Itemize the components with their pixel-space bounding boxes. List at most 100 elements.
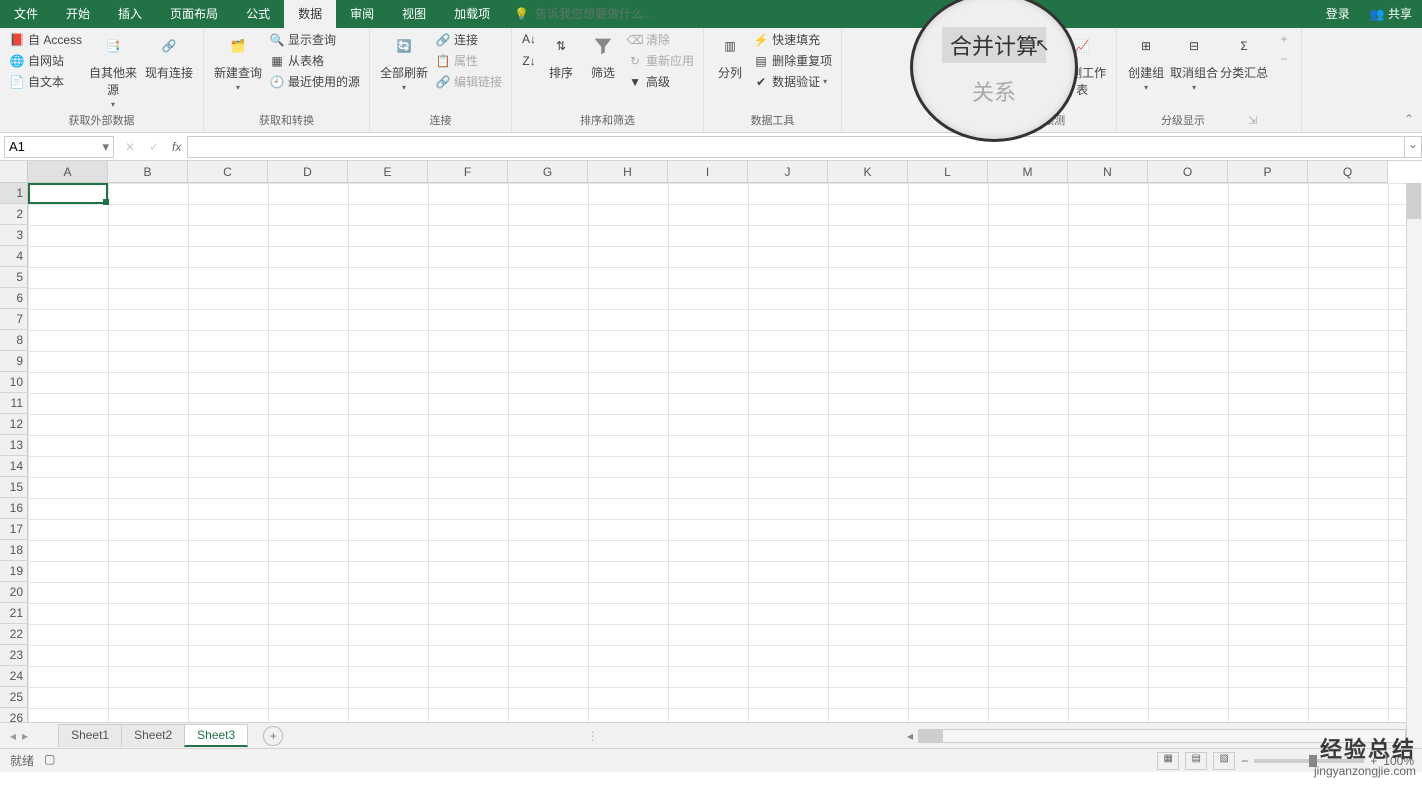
reapply-button[interactable]: ↻重新应用 <box>624 51 697 70</box>
share-button[interactable]: 👥 共享 <box>1360 0 1422 28</box>
name-box[interactable]: A1 ▾ <box>4 136 114 158</box>
column-header[interactable]: O <box>1148 161 1228 183</box>
tab-home[interactable]: 开始 <box>52 0 104 28</box>
row-header[interactable]: 19 <box>0 561 28 582</box>
tab-addins[interactable]: 加载项 <box>440 0 504 28</box>
row-header[interactable]: 4 <box>0 246 28 267</box>
page-break-button[interactable]: ▧ <box>1213 752 1235 770</box>
tab-split-icon[interactable]: ⋮ <box>581 729 605 743</box>
select-all-button[interactable] <box>0 161 28 183</box>
column-header[interactable]: A <box>28 161 108 183</box>
cancel-icon[interactable]: ✕ <box>118 140 142 154</box>
add-sheet-button[interactable]: + <box>263 726 283 746</box>
column-header[interactable]: J <box>748 161 828 183</box>
row-header[interactable]: 9 <box>0 351 28 372</box>
first-sheet-icon[interactable]: ◂ <box>10 729 16 743</box>
row-header[interactable]: 6 <box>0 288 28 309</box>
show-query-button[interactable]: 🔍显示查询 <box>266 30 363 49</box>
refresh-all-button[interactable]: 🔄全部刷新▾ <box>376 30 432 92</box>
tell-me[interactable]: 💡 <box>514 7 695 21</box>
macro-record-icon[interactable]: ▢ <box>44 752 55 769</box>
existing-conn-button[interactable]: 🔗现有连接 <box>141 30 197 81</box>
row-header[interactable]: 7 <box>0 309 28 330</box>
text-to-columns-button[interactable]: ▥分列 <box>710 30 750 81</box>
row-header[interactable]: 2 <box>0 204 28 225</box>
column-header[interactable]: E <box>348 161 428 183</box>
tab-formula[interactable]: 公式 <box>232 0 284 28</box>
tab-data[interactable]: 数据 <box>284 0 336 28</box>
column-header[interactable]: L <box>908 161 988 183</box>
from-access-button[interactable]: 📕自 Access <box>6 30 85 49</box>
tab-layout[interactable]: 页面布局 <box>156 0 232 28</box>
row-header[interactable]: 12 <box>0 414 28 435</box>
active-cell[interactable] <box>28 183 108 204</box>
column-header[interactable]: N <box>1068 161 1148 183</box>
expand-formula-icon[interactable]: ⌄ <box>1404 136 1422 158</box>
chevron-down-icon[interactable]: ▾ <box>102 139 109 155</box>
sort-desc-button[interactable]: Z↓ <box>518 52 540 70</box>
recent-sources-button[interactable]: 🕘最近使用的源 <box>266 72 363 91</box>
column-header[interactable]: D <box>268 161 348 183</box>
column-header[interactable]: C <box>188 161 268 183</box>
row-header[interactable]: 13 <box>0 435 28 456</box>
from-other-button[interactable]: 📑自其他来源▾ <box>85 30 141 109</box>
sheet-tab-3[interactable]: Sheet3 <box>184 724 248 747</box>
sheet-tab-2[interactable]: Sheet2 <box>121 724 185 747</box>
group-button[interactable]: ⊞创建组▾ <box>1123 30 1169 92</box>
new-query-button[interactable]: 🗂️新建查询▾ <box>210 30 266 92</box>
column-header[interactable]: I <box>668 161 748 183</box>
subtotal-button[interactable]: Σ分类汇总 <box>1219 30 1269 81</box>
clear-filter-button[interactable]: ⌫清除 <box>624 30 697 49</box>
column-header[interactable]: K <box>828 161 908 183</box>
sheet-tab-1[interactable]: Sheet1 <box>58 724 122 747</box>
sort-button[interactable]: ⇅排序 <box>540 30 582 81</box>
row-header[interactable]: 22 <box>0 624 28 645</box>
column-header[interactable]: F <box>428 161 508 183</box>
row-header[interactable]: 15 <box>0 477 28 498</box>
row-header[interactable]: 26 <box>0 708 28 722</box>
tab-view[interactable]: 视图 <box>388 0 440 28</box>
tab-insert[interactable]: 插入 <box>104 0 156 28</box>
scroll-left-icon[interactable]: ◂ <box>902 729 918 743</box>
advanced-filter-button[interactable]: ▼高级 <box>624 72 697 91</box>
row-header[interactable]: 23 <box>0 645 28 666</box>
from-table-button[interactable]: ▦从表格 <box>266 51 363 70</box>
sort-asc-button[interactable]: A↓ <box>518 30 540 48</box>
from-text-button[interactable]: 📄自文本 <box>6 72 85 91</box>
formula-input[interactable] <box>187 136 1404 158</box>
zoom-out-button[interactable]: − <box>1241 754 1248 768</box>
tab-file[interactable]: 文件 <box>0 0 52 28</box>
flash-fill-button[interactable]: ⚡快速填充 <box>750 30 835 49</box>
connections-button[interactable]: 🔗连接 <box>432 30 505 49</box>
cells-area[interactable] <box>28 183 1422 722</box>
show-detail-button[interactable]: + <box>1273 30 1295 48</box>
row-header[interactable]: 20 <box>0 582 28 603</box>
row-header[interactable]: 11 <box>0 393 28 414</box>
row-header[interactable]: 10 <box>0 372 28 393</box>
row-header[interactable]: 5 <box>0 267 28 288</box>
column-header[interactable]: B <box>108 161 188 183</box>
column-header[interactable]: H <box>588 161 668 183</box>
row-header[interactable]: 16 <box>0 498 28 519</box>
filter-button[interactable]: 筛选 <box>582 30 624 81</box>
login-button[interactable]: 登录 <box>1316 0 1360 28</box>
edit-links-button[interactable]: 🔗编辑链接 <box>432 72 505 91</box>
column-header[interactable]: M <box>988 161 1068 183</box>
normal-view-button[interactable]: ▦ <box>1157 752 1179 770</box>
consolidate-button-zoom[interactable]: 合并计算 ↖ <box>942 27 1046 63</box>
page-layout-button[interactable]: ▤ <box>1185 752 1207 770</box>
row-header[interactable]: 14 <box>0 456 28 477</box>
row-header[interactable]: 24 <box>0 666 28 687</box>
column-header[interactable]: G <box>508 161 588 183</box>
row-header[interactable]: 3 <box>0 225 28 246</box>
fx-icon[interactable]: fx <box>172 140 181 154</box>
vertical-scrollbar[interactable] <box>1406 183 1422 744</box>
properties-button[interactable]: 📋属性 <box>432 51 505 70</box>
row-header[interactable]: 8 <box>0 330 28 351</box>
data-validation-button[interactable]: ✔数据验证 ▾ <box>750 72 835 91</box>
tab-review[interactable]: 审阅 <box>336 0 388 28</box>
row-header[interactable]: 1 <box>0 183 28 204</box>
row-header[interactable]: 17 <box>0 519 28 540</box>
remove-duplicates-button[interactable]: ▤删除重复项 <box>750 51 835 70</box>
hide-detail-button[interactable]: − <box>1273 50 1295 68</box>
